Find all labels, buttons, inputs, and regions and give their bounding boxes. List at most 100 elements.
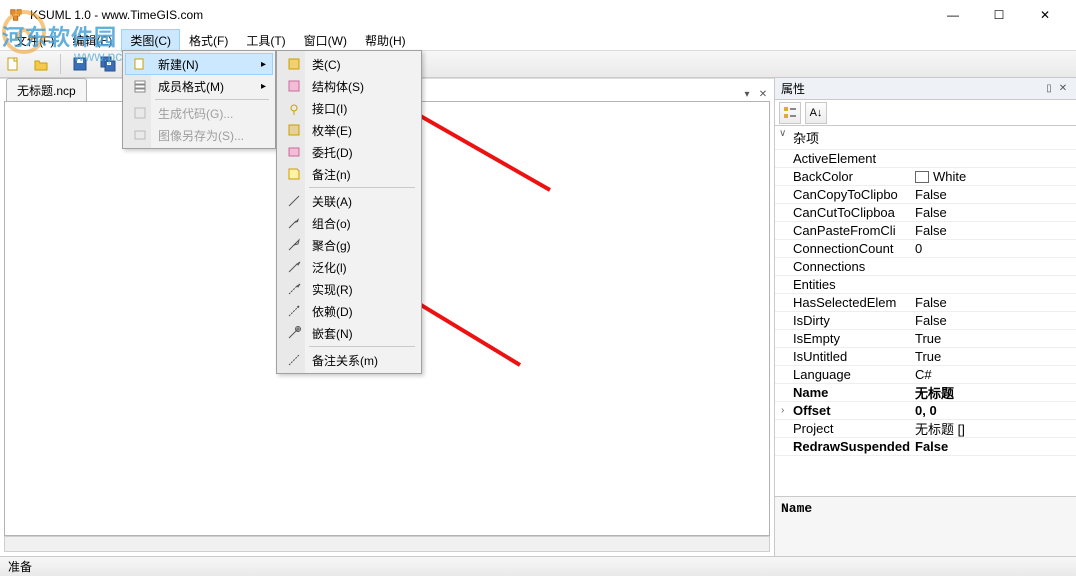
menu-new-delegate[interactable]: 委托(D)	[279, 141, 419, 163]
noterel-icon	[286, 352, 302, 368]
saveall-icon[interactable]	[99, 55, 117, 73]
property-value[interactable]: 无标题	[911, 383, 1076, 402]
menu-save-image[interactable]: 图像另存为(S)...	[125, 124, 273, 146]
menu-new-association[interactable]: 关联(A)	[279, 190, 419, 212]
property-row[interactable]: IsEmptyTrue	[775, 330, 1076, 348]
property-key: ConnectionCount	[775, 241, 911, 256]
menu-new-dependency[interactable]: 依赖(D)	[279, 300, 419, 322]
menu-new-class[interactable]: 类(C)	[279, 53, 419, 75]
alphabetical-button[interactable]: A↓	[805, 102, 827, 124]
menu-edit[interactable]: 编辑(E)	[63, 29, 121, 52]
property-value[interactable]: 0	[911, 241, 1076, 256]
property-value[interactable]: True	[911, 331, 1076, 346]
property-row[interactable]: Name无标题	[775, 384, 1076, 402]
property-row[interactable]: ActiveElement	[775, 150, 1076, 168]
menu-file[interactable]: 文件(F)	[6, 29, 63, 52]
property-row[interactable]: Connections	[775, 258, 1076, 276]
menu-new-struct[interactable]: 结构体(S)	[279, 75, 419, 97]
panel-close-icon[interactable]: ✕	[1056, 82, 1070, 96]
menu-new-note-relation[interactable]: 备注关系(m)	[279, 349, 419, 371]
property-row[interactable]: RedrawSuspendedFalse	[775, 438, 1076, 456]
menu-new-aggregation[interactable]: 聚合(g)	[279, 234, 419, 256]
property-key: CanCutToClipboa	[775, 205, 911, 220]
minimize-button[interactable]: —	[930, 0, 976, 30]
property-row[interactable]: IsUntitledTrue	[775, 348, 1076, 366]
menu-new-composition-label: 组合(o)	[312, 215, 351, 232]
submenu-arrow-icon: ▸	[261, 59, 266, 70]
property-value[interactable]: False	[911, 313, 1076, 328]
members-icon	[132, 78, 148, 94]
property-row[interactable]: ConnectionCount0	[775, 240, 1076, 258]
categorized-button[interactable]	[779, 102, 801, 124]
panel-pin-icon[interactable]: ▯	[1042, 82, 1056, 96]
realization-icon	[286, 281, 302, 297]
property-value[interactable]: False	[911, 295, 1076, 310]
menu-classdiagram[interactable]: 类图(C)	[121, 29, 180, 52]
maximize-button[interactable]: ☐	[976, 0, 1022, 30]
menu-member-format[interactable]: 成员格式(M) ▸	[125, 75, 273, 97]
menu-generate-code[interactable]: 生成代码(G)...	[125, 102, 273, 124]
menu-new-enum-label: 枚举(E)	[312, 122, 352, 139]
property-value[interactable]: White	[911, 169, 1076, 184]
property-value[interactable]: 无标题 []	[911, 419, 1076, 438]
property-value[interactable]: True	[911, 349, 1076, 364]
menu-new-nesting-label: 嵌套(N)	[312, 325, 353, 342]
dependency-icon	[286, 303, 302, 319]
property-value[interactable]: False	[911, 439, 1076, 454]
property-value[interactable]: False	[911, 205, 1076, 220]
color-chip-icon	[915, 171, 929, 183]
property-grid[interactable]: 杂项 ActiveElementBackColorWhiteCanCopyToC…	[775, 126, 1076, 496]
property-row[interactable]: LanguageC#	[775, 366, 1076, 384]
property-category[interactable]: 杂项	[775, 126, 1076, 150]
property-value[interactable]: 0, 0	[911, 403, 1076, 418]
statusbar: 准备	[0, 556, 1076, 576]
property-row[interactable]: CanPasteFromCliFalse	[775, 222, 1076, 240]
property-row[interactable]: BackColorWhite	[775, 168, 1076, 186]
menu-new-enum[interactable]: 枚举(E)	[279, 119, 419, 141]
open-icon[interactable]	[32, 55, 50, 73]
menu-new-interface[interactable]: 接口(I)	[279, 97, 419, 119]
property-row[interactable]: HasSelectedElemFalse	[775, 294, 1076, 312]
new-doc-icon[interactable]	[4, 55, 22, 73]
menu-new-nesting[interactable]: 嵌套(N)	[279, 322, 419, 344]
property-value[interactable]: False	[911, 223, 1076, 238]
menu-new-realization[interactable]: 实现(R)	[279, 278, 419, 300]
menu-new-association-label: 关联(A)	[312, 193, 352, 210]
nesting-icon	[286, 325, 302, 341]
horizontal-scrollbar[interactable]	[4, 536, 770, 552]
menu-separator	[309, 187, 415, 188]
property-row[interactable]: IsDirtyFalse	[775, 312, 1076, 330]
property-description: Name	[775, 496, 1076, 556]
property-row[interactable]: Project无标题 []	[775, 420, 1076, 438]
aggregation-icon	[286, 237, 302, 253]
property-value[interactable]: False	[911, 187, 1076, 202]
tab-close-icon[interactable]: ✕	[756, 87, 770, 101]
status-text: 准备	[8, 558, 32, 575]
new-submenu: 类(C) 结构体(S) 接口(I) 枚举(E) 委托(D) 备注(n) 关联(A…	[276, 50, 422, 374]
menu-new-struct-label: 结构体(S)	[312, 78, 364, 95]
save-icon[interactable]	[71, 55, 89, 73]
property-row[interactable]: CanCutToClipboaFalse	[775, 204, 1076, 222]
property-row[interactable]: Entities	[775, 276, 1076, 294]
menu-window[interactable]: 窗口(W)	[295, 29, 356, 52]
menu-new-note[interactable]: 备注(n)	[279, 163, 419, 185]
menu-new-delegate-label: 委托(D)	[312, 144, 353, 161]
close-button[interactable]: ✕	[1022, 0, 1068, 30]
property-value[interactable]: C#	[911, 367, 1076, 382]
property-key: Connections	[775, 259, 911, 274]
menu-new[interactable]: 新建(N) ▸	[125, 53, 273, 75]
document-tab[interactable]: 无标题.ncp	[6, 78, 87, 102]
menu-separator	[309, 346, 415, 347]
menu-new-generalization[interactable]: 泛化(l)	[279, 256, 419, 278]
menu-format[interactable]: 格式(F)	[180, 29, 237, 52]
property-row[interactable]: Offset0, 0	[775, 402, 1076, 420]
property-row[interactable]: CanCopyToClipboFalse	[775, 186, 1076, 204]
menu-new-class-label: 类(C)	[312, 56, 341, 73]
menu-new-note-label: 备注(n)	[312, 166, 351, 183]
app-icon	[8, 7, 24, 23]
tab-dropdown-icon[interactable]: ▾	[740, 87, 754, 101]
menu-tools[interactable]: 工具(T)	[237, 29, 294, 52]
association-icon	[286, 193, 302, 209]
menu-new-composition[interactable]: 组合(o)	[279, 212, 419, 234]
menu-help[interactable]: 帮助(H)	[356, 29, 415, 52]
